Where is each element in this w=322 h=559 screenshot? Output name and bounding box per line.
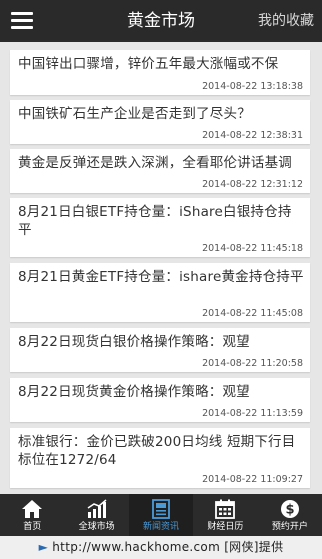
news-title: 中国铁矿石生产企业是否走到了尽头？ — [18, 106, 251, 122]
tab-news[interactable]: 新闻资讯 — [128, 494, 194, 536]
news-item[interactable]: 标准银行：金价已跌破200日均线 短期下行目标位在1272/64 2014-08… — [10, 428, 310, 488]
arrow-icon: ► — [38, 540, 49, 554]
watermark-brand: [网侠]提供 — [224, 540, 284, 554]
chart-icon — [87, 499, 107, 518]
tab-label: 财经日历 — [207, 522, 244, 532]
menu-icon[interactable] — [11, 11, 33, 31]
tab-label: 首页 — [23, 522, 42, 532]
news-time: 2014-08-22 12:38:31 — [202, 130, 303, 141]
news-time: 2014-08-22 11:09:27 — [202, 474, 303, 485]
news-item[interactable]: 8月22日现货黄金价格操作策略：观望 2014-08-22 11:13:59 — [10, 378, 310, 422]
news-title: 标准银行：金价已跌破200日均线 短期下行目标位在1272/64 — [18, 434, 296, 468]
tab-label: 全球市场 — [78, 522, 115, 532]
news-time: 2014-08-22 11:13:59 — [202, 408, 303, 419]
news-item[interactable]: 黄金是反弹还是跌入深渊，全看耶伦讲话基调 2014-08-22 12:31:12 — [10, 149, 310, 193]
news-time: 2014-08-22 11:20:58 — [202, 358, 303, 369]
my-favorites-button[interactable]: 我的收藏 — [258, 12, 314, 30]
news-list[interactable]: 中国锌出口骤增，锌价五年最大涨幅或不保 2014-08-22 13:18:38 … — [0, 42, 322, 494]
news-time: 2014-08-22 11:45:08 — [202, 308, 303, 319]
news-time: 2014-08-22 12:31:12 — [202, 179, 303, 190]
news-item[interactable]: 8月21日黄金ETF持仓量：ishare黄金持仓持平 2014-08-22 11… — [10, 263, 310, 322]
news-time: 2014-08-22 13:18:38 — [202, 81, 303, 92]
tab-label: 新闻资讯 — [143, 522, 180, 532]
tab-global-market[interactable]: 全球市场 — [64, 494, 128, 536]
news-title: 8月21日黄金ETF持仓量：ishare黄金持仓持平 — [18, 269, 304, 285]
calendar-icon — [215, 499, 236, 519]
news-title: 中国锌出口骤增，锌价五年最大涨幅或不保 — [18, 56, 279, 72]
news-time: 2014-08-22 11:45:18 — [202, 243, 303, 254]
news-item[interactable]: 中国锌出口骤增，锌价五年最大涨幅或不保 2014-08-22 13:18:38 — [10, 50, 310, 95]
app-header: 黄金市场 我的收藏 — [0, 0, 322, 42]
news-title: 8月21日白银ETF持仓量：iShare白银持仓持平 — [18, 204, 292, 238]
home-icon — [22, 500, 43, 518]
dollar-icon: $ — [280, 500, 299, 518]
news-title: 8月22日现货黄金价格操作策略：观望 — [18, 384, 250, 400]
news-item[interactable]: 8月21日白银ETF持仓量：iShare白银持仓持平 2014-08-22 11… — [10, 198, 310, 257]
news-title: 8月22日现货白银价格操作策略：观望 — [18, 334, 250, 350]
tab-home[interactable]: 首页 — [0, 494, 64, 536]
bottom-tab-bar: 首页 全球市场 新闻资讯 财经日历 $ 预约开户 — [0, 494, 322, 536]
svg-text:$: $ — [285, 503, 294, 518]
tab-calendar[interactable]: 财经日历 — [193, 494, 257, 536]
tab-label: 预约开户 — [271, 522, 308, 532]
watermark-bar: ► http://www.hackhome.com [网侠]提供 — [0, 536, 322, 559]
news-item[interactable]: 中国铁矿石生产企业是否走到了尽头？ 2014-08-22 12:38:31 — [10, 100, 310, 144]
news-item[interactable]: 8月22日现货白银价格操作策略：观望 2014-08-22 11:20:58 — [10, 328, 310, 372]
watermark-url: http://www.hackhome.com — [52, 540, 221, 554]
tab-open-account[interactable]: $ 预约开户 — [258, 494, 322, 536]
news-title: 黄金是反弹还是跌入深渊，全看耶伦讲话基调 — [18, 155, 292, 171]
news-icon — [152, 499, 170, 519]
